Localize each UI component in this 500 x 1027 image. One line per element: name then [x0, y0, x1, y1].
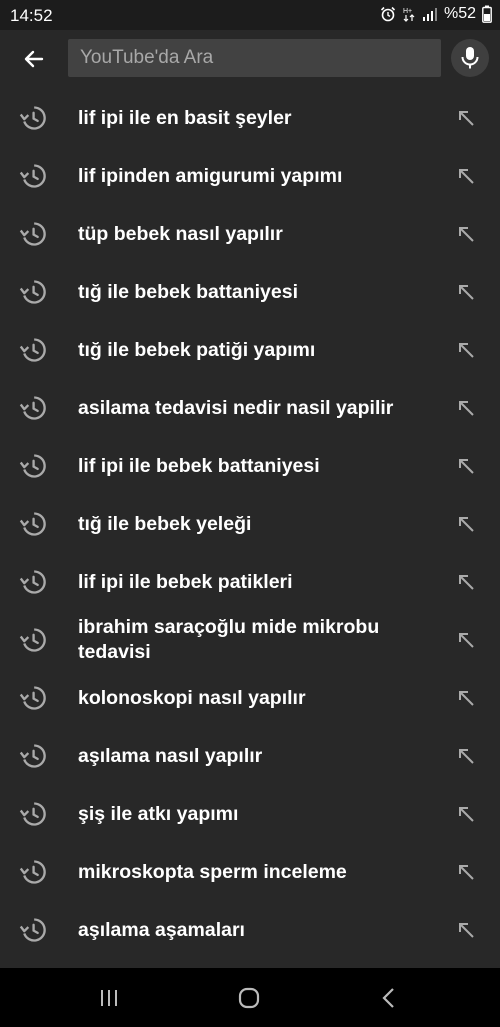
north-west-arrow-icon[interactable] — [455, 455, 477, 477]
north-west-arrow-icon[interactable] — [455, 803, 477, 825]
suggestion-item[interactable]: tığ ile bebek battaniyesi — [0, 263, 500, 321]
north-west-arrow-icon[interactable] — [455, 107, 477, 129]
suggestion-item[interactable]: şiş ile atkı yapımı — [0, 785, 500, 843]
home-button[interactable] — [229, 983, 269, 1013]
voice-search-button[interactable] — [451, 39, 489, 77]
home-icon — [238, 987, 260, 1009]
suggestion-item[interactable]: tüp bebek nasıl yapılır — [0, 205, 500, 263]
suggestion-item[interactable]: lif ipi ile en basit şeyler — [0, 89, 500, 147]
suggestion-item[interactable]: lif ipinden amigurumi yapımı — [0, 147, 500, 205]
suggestion-label: lif ipi ile bebek battaniyesi — [78, 454, 320, 477]
suggestion-label: tığ ile bebek battaniyesi — [78, 280, 298, 303]
suggestion-item[interactable]: tığ ile bebek yeleği — [0, 495, 500, 553]
suggestion-label: lif ipi ile bebek patikleri — [78, 570, 293, 593]
suggestion-item[interactable]: kolonoskopi nasıl yapılır — [0, 669, 500, 727]
north-west-arrow-icon[interactable] — [455, 629, 477, 651]
suggestion-item[interactable]: tığ ile bebek patiği yapımı — [0, 321, 500, 379]
microphone-icon — [461, 47, 479, 69]
north-west-arrow-icon[interactable] — [455, 687, 477, 709]
north-west-arrow-icon[interactable] — [455, 223, 477, 245]
history-icon — [19, 396, 46, 420]
history-icon — [19, 686, 46, 710]
suggestion-label: şiş ile atkı yapımı — [78, 802, 239, 825]
suggestion-label: mikroskopta sperm inceleme — [78, 860, 347, 883]
suggestion-label: tığ ile bebek yeleği — [78, 512, 252, 535]
svg-text:H+: H+ — [403, 8, 412, 15]
suggestion-item[interactable]: aşılama nasıl yapılır — [0, 727, 500, 785]
recent-apps-icon — [101, 990, 117, 1006]
history-icon — [19, 570, 46, 594]
system-nav-bar — [0, 968, 500, 1027]
suggestion-label: lif ipinden amigurumi yapımı — [78, 164, 343, 187]
history-icon — [19, 280, 46, 304]
back-chevron-icon — [382, 988, 394, 1008]
suggestion-item[interactable]: ibrahim saraçoğlu mide mikrobu tedavisi — [0, 611, 500, 669]
history-icon — [19, 744, 46, 768]
battery-icon — [482, 5, 492, 23]
suggestion-label: ibrahim saraçoğlu mide mikrobu tedavisi — [78, 616, 380, 663]
history-icon — [19, 628, 46, 652]
suggestion-item[interactable]: mikroskopta sperm inceleme — [0, 843, 500, 901]
north-west-arrow-icon[interactable] — [455, 397, 477, 419]
back-arrow-icon — [24, 50, 44, 68]
suggestion-item[interactable]: aşılama aşamaları — [0, 901, 500, 959]
history-icon — [19, 918, 46, 942]
north-west-arrow-icon[interactable] — [455, 339, 477, 361]
back-button[interactable] — [14, 42, 54, 76]
north-west-arrow-icon[interactable] — [455, 861, 477, 883]
search-field[interactable] — [68, 39, 441, 77]
suggestion-label: lif ipi ile en basit şeyler — [78, 106, 292, 129]
north-west-arrow-icon[interactable] — [455, 165, 477, 187]
status-icons: H+ %52 — [380, 5, 492, 23]
recent-apps-button[interactable] — [89, 983, 129, 1013]
suggestion-label: aşılama nasıl yapılır — [78, 744, 263, 767]
history-icon — [19, 222, 46, 246]
history-icon — [19, 454, 46, 478]
north-west-arrow-icon[interactable] — [455, 513, 477, 535]
status-time: 14:52 — [10, 6, 53, 25]
status-bar: 14:52 H+ %52 — [0, 0, 500, 30]
alarm-icon — [380, 6, 396, 22]
suggestion-label: asilama tedavisi nedir nasil yapilir — [78, 396, 394, 419]
suggestion-list: lif ipi ile en basit şeyler lif ipinden a… — [0, 89, 500, 959]
history-icon — [19, 860, 46, 884]
north-west-arrow-icon[interactable] — [455, 281, 477, 303]
history-icon — [19, 802, 46, 826]
history-icon — [19, 164, 46, 188]
search-input[interactable] — [78, 46, 431, 70]
history-icon — [19, 512, 46, 536]
suggestion-label: aşılama aşamaları — [78, 918, 245, 941]
suggestion-label: tığ ile bebek patiği yapımı — [78, 338, 316, 361]
suggestion-label: tüp bebek nasıl yapılır — [78, 222, 283, 245]
history-icon — [19, 106, 46, 130]
suggestion-item[interactable]: lif ipi ile bebek patikleri — [0, 553, 500, 611]
back-nav-button[interactable] — [369, 983, 409, 1013]
north-west-arrow-icon[interactable] — [455, 745, 477, 767]
suggestion-item[interactable]: asilama tedavisi nedir nasil yapilir — [0, 379, 500, 437]
battery-percent: %52 — [443, 5, 476, 22]
data-icon: H+ — [402, 5, 416, 23]
suggestion-label: kolonoskopi nasıl yapılır — [78, 686, 306, 709]
signal-icon — [422, 7, 438, 21]
north-west-arrow-icon[interactable] — [455, 919, 477, 941]
suggestion-item[interactable]: lif ipi ile bebek battaniyesi — [0, 437, 500, 495]
history-icon — [19, 338, 46, 362]
search-header — [0, 30, 500, 88]
north-west-arrow-icon[interactable] — [455, 571, 477, 593]
